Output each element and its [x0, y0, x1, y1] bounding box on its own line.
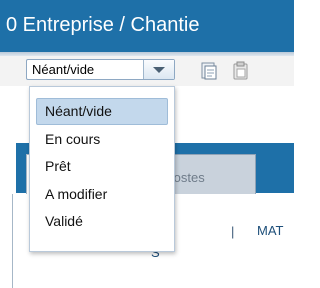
- document-icon: [201, 62, 217, 80]
- status-dropdown-list: Néant/vide En cours Prêt A modifier Vali…: [29, 86, 175, 252]
- app-header: 0 Entreprise / Chantie: [0, 0, 294, 52]
- clipboard-icon: [233, 61, 248, 80]
- paste-document-button[interactable]: [199, 61, 218, 81]
- option-valide[interactable]: Validé: [36, 208, 168, 235]
- mat-link[interactable]: MAT: [257, 223, 283, 238]
- clipboard-button[interactable]: [231, 61, 250, 81]
- status-select[interactable]: Néant/vide: [26, 59, 175, 80]
- option-pret[interactable]: Prêt: [36, 153, 168, 180]
- chevron-down-icon[interactable]: [143, 60, 174, 79]
- status-select-value: Néant/vide: [32, 62, 95, 77]
- option-a-modifier[interactable]: A modifier: [36, 181, 168, 208]
- option-en-cours[interactable]: En cours: [36, 126, 168, 153]
- separator: |: [231, 224, 235, 239]
- option-neant-vide[interactable]: Néant/vide: [36, 98, 168, 125]
- page-title: 0 Entreprise / Chantie: [6, 14, 200, 36]
